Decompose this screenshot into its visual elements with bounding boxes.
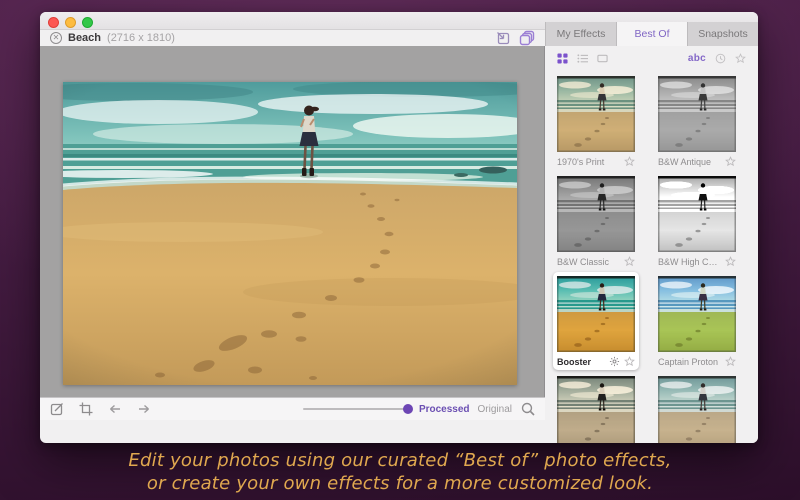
crop-icon[interactable] (78, 401, 94, 417)
effect-favorite-star-icon[interactable] (725, 356, 736, 367)
tab-best-of[interactable]: Best Of (616, 22, 687, 46)
effect-name: B&W Classic (557, 257, 620, 267)
effect-card[interactable]: B&W Classic (553, 172, 639, 270)
recents-clock-icon[interactable] (715, 53, 726, 64)
effect-card[interactable]: B&W High Contrast (654, 172, 740, 270)
tab-snapshots[interactable]: Snapshots (687, 22, 758, 46)
effect-card[interactable] (654, 372, 740, 443)
effect-name: Booster (557, 357, 605, 367)
redo-arrow-icon[interactable] (136, 401, 152, 417)
document-bar: ✕ Beach (2716 x 1810) (40, 29, 545, 46)
traffic-lights (48, 17, 93, 28)
effect-card[interactable] (553, 372, 639, 443)
marketing-caption: Edit your photos using our curated “Best… (0, 449, 800, 495)
effect-favorite-star-icon[interactable] (725, 156, 736, 167)
original-label: Original (478, 404, 512, 415)
processed-label: Processed (419, 404, 470, 415)
effect-thumbnail[interactable] (557, 176, 635, 252)
effect-favorite-star-icon[interactable] (624, 356, 635, 367)
close-window-button[interactable] (48, 17, 59, 28)
window-header: ✕ Beach (2716 x 1810) My Effects Best Of… (40, 12, 758, 46)
compact-view-icon[interactable] (597, 53, 608, 64)
effect-card[interactable]: B&W Antique (654, 72, 740, 170)
editor-canvas: Processed Original (40, 46, 545, 420)
slider-knob[interactable] (403, 404, 413, 414)
effect-thumbnail[interactable] (658, 276, 736, 352)
effect-thumbnail[interactable] (557, 376, 635, 443)
effect-thumbnail[interactable] (557, 76, 635, 152)
slider-track (303, 408, 411, 410)
zoom-window-button[interactable] (82, 17, 93, 28)
preview-slider[interactable] (303, 403, 411, 415)
effect-name: B&W High Contrast (658, 257, 721, 267)
effect-favorite-star-icon[interactable] (624, 156, 635, 167)
panel-tabs: My Effects Best Of Snapshots (545, 22, 758, 46)
duplicate-icon[interactable] (519, 30, 535, 46)
edit-icon[interactable] (49, 401, 65, 417)
list-view-icon[interactable] (577, 53, 588, 64)
minimize-window-button[interactable] (65, 17, 76, 28)
effects-grid: 1970's Print B&W Antique (545, 70, 758, 443)
effect-card[interactable]: Booster (553, 272, 639, 370)
undo-arrow-icon[interactable] (107, 401, 123, 417)
effects-panel: abc 1970's Print (545, 46, 758, 443)
effect-favorite-star-icon[interactable] (725, 256, 736, 267)
effect-thumbnail[interactable] (557, 276, 635, 352)
caption-line-1: Edit your photos using our curated “Best… (0, 449, 800, 472)
zoom-loupe-icon[interactable] (520, 401, 536, 417)
beach-photo (63, 82, 517, 385)
app-window: ✕ Beach (2716 x 1810) My Effects Best Of… (40, 12, 758, 443)
effect-thumbnail[interactable] (658, 76, 736, 152)
grid-view-icon[interactable] (557, 53, 568, 64)
effect-favorite-star-icon[interactable] (624, 256, 635, 267)
effect-name: 1970's Print (557, 157, 620, 167)
document-title: Beach (68, 32, 101, 44)
effect-card[interactable]: 1970's Print (553, 72, 639, 170)
beach-photo-art (63, 82, 517, 385)
favorites-star-icon[interactable] (735, 53, 746, 64)
effect-name: Captain Proton (658, 357, 721, 367)
document-dimensions: (2716 x 1810) (107, 32, 175, 44)
tab-my-effects[interactable]: My Effects (545, 22, 616, 46)
sort-alpha-label[interactable]: abc (688, 53, 706, 64)
effect-thumbnail[interactable] (658, 376, 736, 443)
effect-thumbnail[interactable] (658, 176, 736, 252)
export-icon[interactable] (495, 30, 511, 46)
effect-name: B&W Antique (658, 157, 721, 167)
effects-panel-toolbar: abc (545, 46, 758, 70)
effect-card[interactable]: Captain Proton (654, 272, 740, 370)
document-close-icon[interactable]: ✕ (50, 32, 62, 44)
editor-toolbar: Processed Original (40, 397, 545, 420)
caption-line-2: or create your own effects for a more cu… (0, 472, 800, 495)
effect-settings-gear-icon[interactable] (609, 356, 620, 367)
